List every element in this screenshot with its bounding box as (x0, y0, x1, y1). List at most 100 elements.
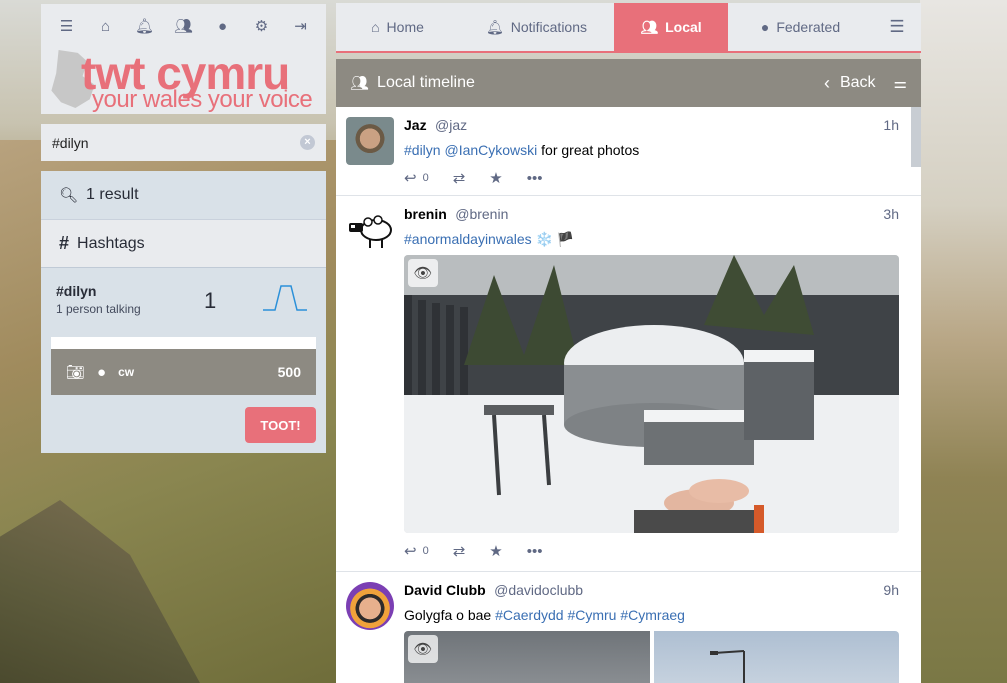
tab-notifications[interactable]: 🔔︎ Notifications (459, 3, 614, 51)
logout-icon[interactable]: ⇥ (291, 16, 311, 36)
timestamp[interactable]: 1h (883, 117, 899, 133)
globe-icon: ● (760, 19, 770, 35)
reply-icon: ↩ (404, 543, 417, 560)
back-label: Back (839, 74, 876, 91)
status-item[interactable]: David Clubb @davidoclubb 9h Golygfa o ba… (336, 572, 921, 683)
display-name[interactable]: brenin (404, 206, 447, 222)
camera-icon[interactable]: 📷︎ (66, 363, 85, 381)
more-icon[interactable]: ••• (527, 170, 543, 187)
users-icon[interactable]: 👥︎ (174, 16, 194, 36)
emoji: ❄️ 🏴 (535, 231, 575, 247)
toot-button[interactable]: TOOT! (245, 407, 316, 443)
hashtag-link[interactable]: #Cymru (567, 607, 616, 623)
column-title: Local timeline (377, 74, 475, 91)
results-count: 🔍︎ 1 result (41, 171, 326, 219)
media-attachment[interactable]: 👁︎ (404, 631, 650, 683)
reply-button[interactable]: ↩ 0 (404, 542, 429, 560)
home-icon[interactable]: ⌂ (96, 16, 116, 36)
favourite-icon[interactable]: ★ (489, 169, 502, 187)
boost-icon[interactable]: ⇄ (453, 169, 466, 187)
display-name[interactable]: Jaz (404, 117, 427, 133)
status-item[interactable]: Jaz @jaz 1h #dilyn @IanCykowski for grea… (336, 107, 921, 196)
visibility-globe-icon[interactable]: ● (97, 364, 106, 381)
bell-icon[interactable]: 🔔︎ (135, 16, 155, 36)
top-nav: ☰ ⌂ 🔔︎ 👥︎ ● ⚙ ⇥ (41, 4, 326, 48)
status-text: for great photos (537, 142, 640, 158)
menu-icon: ☰ (889, 17, 905, 36)
content-warning-button[interactable]: cw (118, 365, 134, 379)
chevron-left-icon: ‹ (823, 72, 830, 93)
media-gallery[interactable]: 👁︎ (404, 631, 899, 683)
reply-button[interactable]: ↩ 0 (404, 169, 429, 187)
snow-garden-photo (404, 255, 899, 533)
hashtag-result[interactable]: #dilyn 1 person talking 1 (41, 267, 326, 337)
main-column: ⌂ Home 🔔︎ Notifications 👥︎ Local ● Feder… (336, 3, 921, 683)
timestamp[interactable]: 3h (883, 206, 899, 222)
tab-menu[interactable]: ☰ (873, 3, 921, 51)
search-icon: 🔍︎ (59, 187, 79, 204)
tab-label: Home (386, 19, 424, 35)
status-text: Golygfa o bae (404, 607, 496, 623)
hashtag-count: 1 (204, 288, 217, 313)
users-icon: 👥︎ (640, 18, 659, 35)
street-lamp-photo (710, 650, 745, 683)
timeline-feed[interactable]: Jaz @jaz 1h #dilyn @IanCykowski for grea… (336, 107, 921, 683)
compose-toolbar: 📷︎ ● cw 500 (51, 349, 316, 395)
character-counter: 500 (277, 364, 301, 380)
media-attachment[interactable] (654, 631, 899, 683)
hashtag-link[interactable]: #dilyn (404, 142, 441, 158)
tab-label: Local (665, 19, 702, 35)
favourite-icon[interactable]: ★ (489, 542, 502, 560)
background-mountain (920, 0, 1007, 683)
eye-icon[interactable]: 👁︎ (408, 259, 438, 287)
status-item[interactable]: brenin @brenin 3h #anormaldayinwales ❄️ … (336, 196, 921, 572)
account-handle: @davidoclubb (494, 582, 584, 598)
sheep-avatar-icon (349, 215, 392, 248)
status-content: #dilyn @IanCykowski for great photos (404, 140, 899, 160)
boost-icon[interactable]: ⇄ (453, 542, 466, 560)
reply-count: 0 (422, 545, 429, 557)
display-name[interactable]: David Clubb (404, 582, 486, 598)
hashtag-link[interactable]: #Caerdydd (495, 607, 564, 623)
avatar[interactable] (346, 206, 394, 254)
column-settings-icon[interactable]: ⚌ (894, 74, 907, 92)
avatar[interactable] (346, 117, 394, 165)
tab-label: Federated (776, 19, 841, 35)
eye-icon[interactable]: 👁︎ (408, 635, 438, 663)
mention-link[interactable]: @IanCykowski (444, 142, 537, 158)
hashtag-icon: # (59, 233, 70, 253)
media-attachment[interactable]: 👁︎ (404, 255, 899, 533)
tab-home[interactable]: ⌂ Home (336, 3, 459, 51)
gear-icon[interactable]: ⚙ (252, 16, 272, 36)
globe-icon[interactable]: ● (213, 16, 233, 36)
search-results: 🔍︎ 1 result # Hashtags #dilyn 1 person t… (41, 171, 326, 453)
timestamp[interactable]: 9h (883, 582, 899, 598)
status-actions: ↩ 0 ⇄ ★ ••• (404, 168, 899, 188)
search-input[interactable] (52, 134, 282, 151)
account-handle: @jaz (435, 117, 468, 133)
hashtag-link[interactable]: #anormaldayinwales (404, 231, 532, 247)
menu-icon[interactable]: ☰ (57, 16, 77, 36)
hashtags-section-header: # Hashtags (41, 219, 326, 267)
hashtag-name[interactable]: #dilyn (56, 283, 96, 299)
home-icon: ⌂ (371, 19, 380, 35)
column-header: 👥︎ Local timeline ‹ Back ⚌ (336, 59, 921, 107)
hashtag-talking: 1 person talking (56, 302, 141, 316)
tab-federated[interactable]: ● Federated (728, 3, 873, 51)
tab-label: Notifications (510, 19, 588, 35)
back-button[interactable]: ‹ Back (824, 73, 876, 94)
results-count-label: 1 result (86, 186, 139, 203)
tab-local[interactable]: 👥︎ Local (614, 3, 728, 51)
hashtag-link[interactable]: #Cymraeg (620, 607, 685, 623)
left-panel: ☰ ⌂ 🔔︎ 👥︎ ● ⚙ ⇥ twt cymru your wales you… (41, 4, 326, 453)
compose-textarea[interactable] (51, 337, 316, 349)
compose-form: 📷︎ ● cw 500 TOOT! (41, 337, 326, 453)
status-actions: ↩ 0 ⇄ ★ ••• (404, 541, 899, 561)
hashtags-label: Hashtags (77, 234, 145, 252)
clear-search-icon[interactable]: × (300, 135, 315, 150)
avatar[interactable] (346, 582, 394, 630)
status-content: #anormaldayinwales ❄️ 🏴 (404, 229, 899, 249)
reply-count: 0 (422, 172, 429, 184)
more-icon[interactable]: ••• (527, 543, 543, 560)
site-logo: twt cymru your wales your voice (41, 48, 326, 114)
